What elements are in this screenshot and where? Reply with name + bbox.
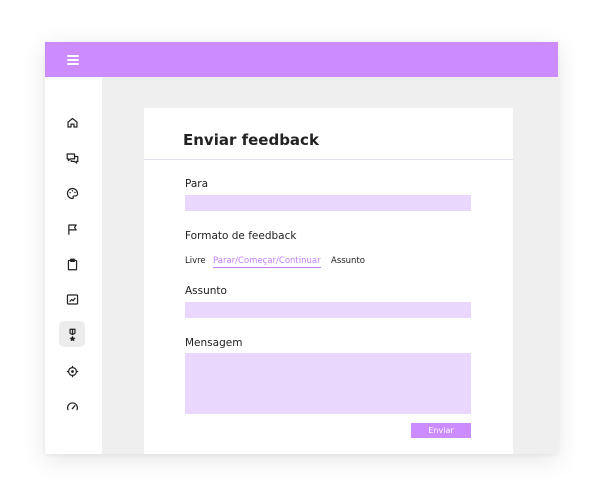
gauge-icon bbox=[66, 401, 78, 410]
sidebar-item-home[interactable] bbox=[59, 109, 85, 135]
top-bar bbox=[45, 42, 558, 77]
send-button[interactable]: Enviar bbox=[411, 423, 471, 438]
clipboard-icon bbox=[67, 258, 77, 270]
title-divider bbox=[144, 159, 513, 160]
palette-icon bbox=[66, 187, 78, 199]
tab-free[interactable]: Livre bbox=[185, 256, 206, 266]
sidebar-item-performance[interactable] bbox=[59, 393, 85, 419]
sidebar-item-awards[interactable] bbox=[59, 321, 85, 347]
home-icon bbox=[66, 117, 78, 128]
feedback-form-card: Enviar feedback Para Formato de feedback… bbox=[144, 108, 513, 454]
format-label: Formato de feedback bbox=[185, 230, 297, 242]
to-field[interactable] bbox=[185, 195, 471, 211]
subject-field[interactable] bbox=[185, 302, 471, 318]
subject-label: Assunto bbox=[185, 285, 227, 297]
tab-stop-start-continue[interactable]: Parar/Começar/Continuar bbox=[213, 256, 321, 268]
tab-subject[interactable]: Assunto bbox=[331, 256, 365, 266]
sidebar-item-flag[interactable] bbox=[59, 216, 85, 242]
page-title: Enviar feedback bbox=[183, 131, 319, 149]
app-window: Enviar feedback Para Formato de feedback… bbox=[45, 42, 558, 454]
hamburger-menu-icon[interactable] bbox=[67, 54, 79, 65]
chat-icon bbox=[66, 152, 78, 164]
sidebar-item-palette[interactable] bbox=[59, 180, 85, 206]
message-label: Mensagem bbox=[185, 337, 243, 349]
sidebar-item-clipboard[interactable] bbox=[59, 251, 85, 277]
to-label: Para bbox=[185, 178, 209, 190]
message-field[interactable] bbox=[185, 353, 471, 414]
award-icon bbox=[68, 328, 76, 341]
sidebar-item-messages[interactable] bbox=[59, 145, 85, 171]
flag-icon bbox=[67, 223, 77, 235]
chart-icon bbox=[66, 293, 78, 305]
sidebar-item-goals[interactable] bbox=[59, 358, 85, 384]
target-icon bbox=[66, 365, 78, 377]
sidebar-nav bbox=[45, 77, 102, 454]
sidebar-item-reports[interactable] bbox=[59, 286, 85, 312]
